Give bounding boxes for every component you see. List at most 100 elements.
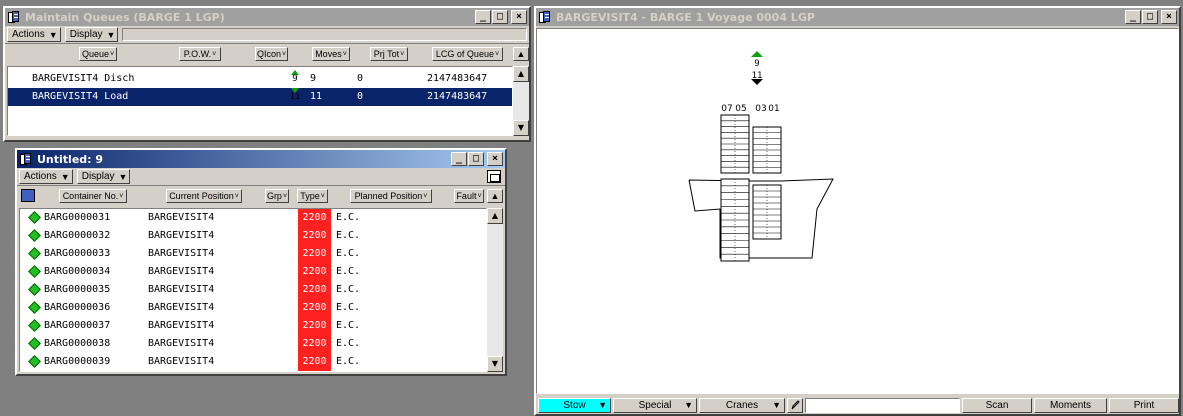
container-type: 2200: [298, 353, 331, 371]
container-type: 2200: [298, 317, 331, 335]
container-scrollbar[interactable]: ▲ ▼: [487, 208, 503, 372]
barge-titlebar[interactable]: BARGEVISIT4 - BARGE 1 Voyage 0004 LGP _ …: [536, 8, 1179, 26]
planned-position: E.C.: [336, 248, 361, 259]
pencil-icon[interactable]: [787, 397, 803, 413]
queues-menu-row: Actions ▼ Display ▼: [5, 26, 529, 44]
select-all-icon[interactable]: [21, 189, 35, 202]
container-row[interactable]: BARG0000035 BARGEVISIT4 2200 E.C.: [20, 281, 486, 299]
col-grp[interactable]: Grp ˅: [265, 189, 289, 203]
current-position: BARGEVISIT4: [148, 212, 215, 223]
container-row[interactable]: BARG0000038 BARGEVISIT4 2200 E.C.: [20, 335, 486, 353]
queues-titlebar[interactable]: Maintain Queues (BARGE 1 LGP) _ □ ×: [5, 8, 529, 26]
container-type: 2200: [298, 263, 331, 281]
bay-label-07: 07: [721, 104, 732, 114]
col-lcg[interactable]: LCG of Queue ˅: [432, 47, 503, 61]
planned-position: E.C.: [336, 320, 361, 331]
barge-window-title: BARGEVISIT4 - BARGE 1 Voyage 0004 LGP: [556, 10, 815, 24]
current-position: BARGEVISIT4: [148, 338, 215, 349]
close-button[interactable]: ×: [511, 10, 527, 24]
col-pow[interactable]: P.O.W. ˅: [179, 47, 221, 61]
maximize-button[interactable]: □: [1142, 10, 1158, 24]
status-diamond-icon: [28, 247, 41, 260]
status-diamond-icon: [28, 283, 41, 296]
container-row[interactable]: BARG0000037 BARGEVISIT4 2200 E.C.: [20, 317, 486, 335]
queue-row[interactable]: BARGEVISIT4 Load 11 11 0 2147483647: [8, 88, 512, 106]
app-icon: [7, 10, 21, 24]
container-row[interactable]: BARG0000033 BARGEVISIT4 2200 E.C.: [20, 245, 486, 263]
maximize-button[interactable]: □: [468, 152, 484, 166]
untitled-window-title: Untitled: 9: [37, 152, 104, 166]
queue-name: BARGEVISIT4 Load: [32, 91, 129, 102]
queues-scrollbar[interactable]: ▲ ▼: [513, 66, 529, 136]
crane-top-label: 9: [754, 59, 759, 69]
container-no: BARG0000035: [44, 284, 111, 295]
col-type[interactable]: Type ˅: [297, 189, 328, 203]
close-button[interactable]: ×: [1161, 10, 1177, 24]
container-no: BARG0000034: [44, 266, 111, 277]
actions-menu[interactable]: Actions ▼: [19, 169, 73, 184]
maximize-button[interactable]: □: [492, 10, 508, 24]
planned-position: E.C.: [336, 284, 361, 295]
scan-button[interactable]: Scan: [962, 397, 1032, 413]
untitled-titlebar[interactable]: Untitled: 9 _ □ ×: [17, 150, 505, 168]
container-no: BARG0000033: [44, 248, 111, 259]
display-menu[interactable]: Display ▼: [64, 27, 119, 42]
stow-dropdown[interactable]: Stow ▼: [538, 397, 611, 413]
queue-lcg: 2147483647: [427, 91, 488, 102]
col-planned-position[interactable]: Planned Position ˅: [350, 189, 432, 203]
container-row[interactable]: BARG0000036 BARGEVISIT4 2200 E.C.: [20, 299, 486, 317]
bay-label-03: 03: [755, 104, 766, 114]
close-button[interactable]: ×: [487, 152, 503, 166]
scroll-down-button[interactable]: ▼: [487, 356, 503, 372]
col-prj-tot[interactable]: Prj Tot ˅: [370, 47, 408, 61]
print-button[interactable]: Print: [1109, 397, 1179, 413]
minimize-button[interactable]: _: [1125, 10, 1141, 24]
container-no: BARG0000039: [44, 356, 111, 367]
container-list: BARG0000031 BARGEVISIT4 2200 E.C. BARG000003…: [19, 208, 487, 372]
chevron-down-icon: ▼: [684, 400, 693, 410]
col-moves[interactable]: Moves ˅: [312, 47, 350, 61]
container-row[interactable]: BARG0000031 BARGEVISIT4 2200 E.C.: [20, 209, 486, 227]
container-row[interactable]: BARG0000032 BARGEVISIT4 2200 E.C.: [20, 227, 486, 245]
actions-menu[interactable]: Actions ▼: [7, 27, 61, 42]
container-no: BARG0000036: [44, 302, 111, 313]
status-diamond-icon: [28, 337, 41, 350]
status-diamond-icon: [28, 211, 41, 224]
scroll-down-button[interactable]: ▼: [513, 120, 529, 136]
planned-position: E.C.: [336, 356, 361, 367]
special-dropdown[interactable]: Special ▼: [613, 397, 697, 413]
container-row[interactable]: BARG0000039 BARGEVISIT4 2200 E.C.: [20, 353, 486, 371]
col-current-position[interactable]: Current Position ˅: [166, 189, 242, 203]
scroll-up-button[interactable]: ▲: [513, 66, 529, 82]
planned-position: E.C.: [336, 302, 361, 313]
display-menu[interactable]: Display ▼: [76, 169, 131, 184]
restore-pane-icon[interactable]: [487, 170, 501, 183]
scroll-up-button[interactable]: ▲: [487, 208, 503, 224]
queue-prj-tot: 0: [357, 91, 364, 102]
col-fault[interactable]: Fault ˅: [454, 189, 484, 203]
container-row[interactable]: BARG0000034 BARGEVISIT4 2200 E.C.: [20, 263, 486, 281]
queue-row[interactable]: BARGEVISIT4 Disch 9 9 0 2147483647: [8, 70, 512, 88]
col-queue[interactable]: Queue ˅: [79, 47, 117, 61]
status-diamond-icon: [28, 301, 41, 314]
minimize-button[interactable]: _: [475, 10, 491, 24]
container-type: 2200: [298, 299, 331, 317]
stowage-canvas[interactable]: 9 11 07 05 03 01: [536, 28, 1179, 394]
container-stacks: [720, 114, 782, 262]
moments-button[interactable]: Moments: [1034, 397, 1107, 413]
crane-up-icon: [751, 51, 763, 57]
current-position: BARGEVISIT4: [148, 266, 215, 277]
col-container-no[interactable]: Container No. ˅: [59, 189, 127, 203]
queue-prj-tot: 0: [357, 73, 364, 84]
minimize-button[interactable]: _: [451, 152, 467, 166]
scroll-top-icon[interactable]: ▲: [487, 189, 503, 203]
chevron-down-icon: ▼: [60, 171, 70, 182]
current-position: BARGEVISIT4: [148, 248, 215, 259]
queue-moves: 11: [310, 91, 323, 102]
scroll-top-icon[interactable]: ▲: [513, 47, 529, 61]
queue-name: BARGEVISIT4 Disch: [32, 73, 135, 84]
app-icon: [538, 10, 552, 24]
cranes-dropdown[interactable]: Cranes ▼: [699, 397, 785, 413]
container-type: 2200: [298, 281, 331, 299]
col-qicon[interactable]: QIcon ˅: [255, 47, 288, 61]
